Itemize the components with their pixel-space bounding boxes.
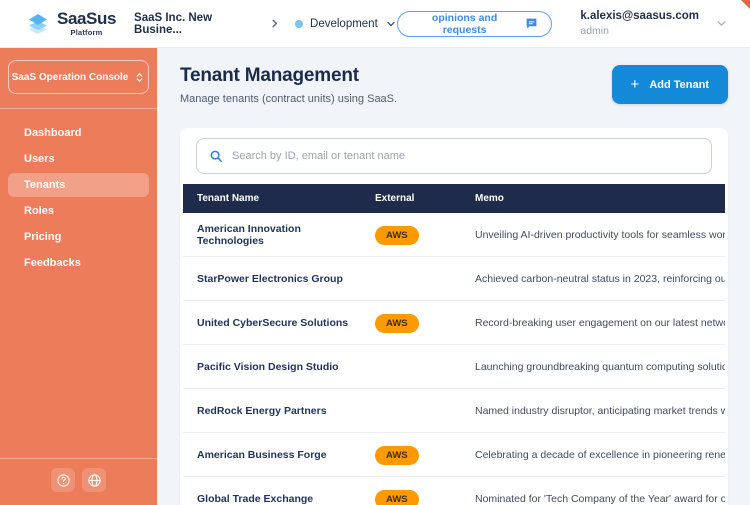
column-header-tenant-name: Tenant Name	[197, 193, 375, 204]
chevron-right-icon	[269, 18, 280, 29]
aws-badge: AWS	[375, 490, 419, 505]
user-menu[interactable]: k.alexis@saasus.com admin	[580, 10, 728, 37]
user-role: admin	[580, 25, 609, 37]
table-row[interactable]: Pacific Vision Design Studio Launching gr…	[183, 345, 725, 389]
tenant-name-cell: StarPower Electronics Group	[197, 273, 375, 285]
tenant-card: Tenant Name External Memo American Innov…	[180, 128, 728, 505]
table-header-row: Tenant Name External Memo	[183, 184, 725, 213]
environment-selector[interactable]: Development	[295, 18, 397, 30]
sidebar-item-dashboard[interactable]: Dashboard	[8, 121, 149, 145]
table-row[interactable]: American Innovation TechnologiesAWS Unvei…	[183, 213, 725, 257]
cursor-artifact	[741, 0, 750, 9]
tenant-name-cell: United CyberSecure Solutions	[197, 317, 375, 329]
help-icon	[56, 473, 71, 488]
add-tenant-button[interactable]: + Add Tenant	[612, 65, 728, 104]
external-cell: AWS	[375, 445, 475, 465]
logo-subtitle: Platform	[71, 28, 103, 37]
table-row[interactable]: American Business ForgeAWS Celebrating a …	[183, 433, 725, 477]
main-content: Tenant Management Manage tenants (contra…	[157, 48, 750, 505]
saasus-logo-icon	[26, 12, 50, 36]
memo-cell: Named industry disruptor, anticipating m…	[475, 405, 725, 417]
opinions-requests-button[interactable]: opinions and requests	[397, 11, 553, 37]
logo-title: SaaSus	[57, 10, 116, 27]
search-input[interactable]	[232, 150, 699, 162]
page-title: Tenant Management	[180, 65, 397, 87]
memo-cell: Unveiling AI-driven productivity tools f…	[475, 229, 725, 241]
sidebar: SaaS Operation Console DashboardUsersTen…	[0, 48, 157, 505]
chevron-down-icon	[715, 17, 728, 30]
column-header-memo: Memo	[475, 193, 725, 204]
search-box	[196, 138, 712, 174]
sidebar-item-feedbacks[interactable]: Feedbacks	[8, 251, 149, 275]
memo-cell: Achieved carbon-neutral status in 2023, …	[475, 273, 725, 285]
aws-badge: AWS	[375, 226, 419, 245]
table-row[interactable]: United CyberSecure SolutionsAWS Record-br…	[183, 301, 725, 345]
environment-label: Development	[310, 18, 378, 30]
chat-bubble-icon	[525, 17, 538, 30]
console-selector[interactable]: SaaS Operation Console	[8, 60, 149, 94]
external-cell: AWS	[375, 225, 475, 245]
tenant-name-cell: American Business Forge	[197, 449, 375, 461]
table-row[interactable]: Global Trade ExchangeAWS Nominated for 'T…	[183, 477, 725, 505]
memo-cell: Launching groundbreaking quantum computi…	[475, 361, 725, 373]
breadcrumb: SaaS Inc. New Busine... Development	[134, 12, 397, 36]
search-icon	[209, 149, 223, 163]
memo-cell: Nominated for 'Tech Company of the Year'…	[475, 493, 725, 505]
external-cell: AWS	[375, 313, 475, 333]
feedback-button-label: opinions and requests	[411, 12, 519, 36]
tenant-table: Tenant Name External Memo American Innov…	[183, 184, 725, 505]
globe-icon	[87, 473, 102, 488]
add-tenant-label: Add Tenant	[649, 79, 709, 91]
sidebar-footer	[0, 459, 157, 505]
column-header-external: External	[375, 193, 475, 204]
language-button[interactable]	[82, 468, 106, 492]
tenant-table-body: American Innovation TechnologiesAWSUnvei…	[183, 213, 725, 505]
aws-badge: AWS	[375, 446, 419, 465]
memo-cell: Celebrating a decade of excellence in pi…	[475, 449, 725, 461]
tenant-name-cell: American Innovation Technologies	[197, 223, 375, 247]
table-row[interactable]: StarPower Electronics Group Achieved carb…	[183, 257, 725, 301]
unfold-icon	[134, 72, 145, 83]
page-subtitle: Manage tenants (contract units) using Sa…	[180, 93, 397, 105]
breadcrumb-org[interactable]: SaaS Inc. New Busine...	[134, 12, 254, 36]
saasus-logo[interactable]: SaaSus Platform	[26, 10, 116, 37]
memo-cell: Record-breaking user engagement on our l…	[475, 317, 725, 329]
user-email: k.alexis@saasus.com	[580, 10, 699, 23]
sidebar-item-pricing[interactable]: Pricing	[8, 225, 149, 249]
sidebar-item-users[interactable]: Users	[8, 147, 149, 171]
top-header: SaaSus Platform SaaS Inc. New Busine... …	[0, 0, 750, 48]
plus-icon: +	[631, 77, 640, 92]
environment-dot	[295, 20, 303, 28]
tenant-name-cell: Pacific Vision Design Studio	[197, 361, 375, 373]
tenant-name-cell: Global Trade Exchange	[197, 493, 375, 505]
aws-badge: AWS	[375, 314, 419, 333]
help-button[interactable]	[51, 468, 75, 492]
table-row[interactable]: RedRock Energy Partners Named industry di…	[183, 389, 725, 433]
external-cell: AWS	[375, 489, 475, 505]
sidebar-nav: DashboardUsersTenantsRolesPricingFeedbac…	[0, 109, 157, 275]
console-selector-label: SaaS Operation Console	[12, 72, 129, 83]
sidebar-item-tenants[interactable]: Tenants	[8, 173, 149, 197]
sidebar-item-roles[interactable]: Roles	[8, 199, 149, 223]
chevron-down-icon	[385, 18, 397, 30]
tenant-name-cell: RedRock Energy Partners	[197, 405, 375, 417]
